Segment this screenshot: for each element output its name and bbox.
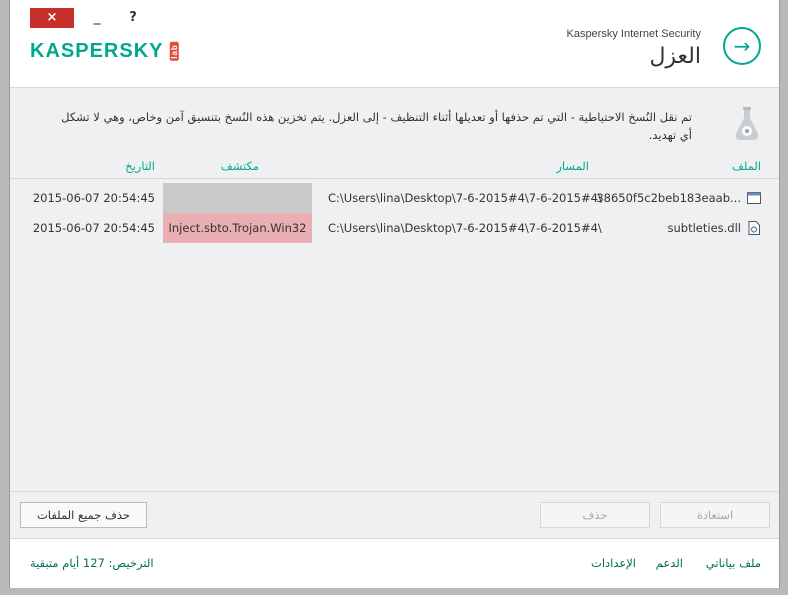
table-header: الملف المسار مكتشف التاريخ [10, 156, 779, 179]
delete-all-button[interactable]: حذف جميع الملفات [20, 502, 147, 528]
footer: ملف بياناتي الدعم الإعدادات الترخيص: 127… [10, 538, 779, 588]
column-file[interactable]: الملف [732, 159, 761, 173]
column-detector[interactable]: مكتشف [221, 159, 259, 173]
settings-link[interactable]: الإعدادات [591, 556, 636, 570]
logo-text: KASPERSKY [30, 40, 164, 62]
my-profile-link[interactable]: ملف بياناتي [706, 556, 761, 570]
file-name: 38650f5c2beb183eaab... [596, 191, 741, 205]
file-path: C:\Users\lina\Desktop\7-6-2015#4\7-6-201… [328, 221, 602, 235]
restore-button[interactable]: استعادة [660, 502, 770, 528]
detector-value: Inject.sbto.Trojan.Win32 [163, 213, 312, 243]
detector-value [163, 183, 312, 213]
minimize-button[interactable]: _ [82, 8, 112, 28]
back-arrow-icon[interactable]: → [723, 27, 761, 65]
file-name: subtleties.dll [667, 221, 741, 235]
file-path: C:\Users\lina\Desktop\7-6-2015#4\7-6-201… [328, 191, 602, 205]
license-days: 127 [82, 556, 105, 570]
column-date[interactable]: التاريخ [125, 159, 155, 173]
quarantine-table: الملف المسار مكتشف التاريخ 38650f5c2beb1… [10, 156, 779, 243]
close-button[interactable]: × [30, 8, 74, 28]
action-bar: استعادة حذف حذف جميع الملفات [10, 491, 779, 538]
column-path[interactable]: المسار [556, 159, 589, 173]
license-label: الترخيص: [108, 556, 154, 570]
kaspersky-logo: KASPERSKY lab [30, 40, 184, 63]
logo-lab-badge: lab [170, 42, 180, 61]
file-icon [747, 192, 761, 204]
help-button[interactable]: ? [118, 8, 148, 28]
product-name: Kaspersky Internet Security [566, 28, 701, 40]
delete-button[interactable]: حذف [540, 502, 650, 528]
table-row[interactable]: 38650f5c2beb183eaab... C:\Users\lina\Des… [10, 183, 779, 213]
table-row[interactable]: subtleties.dll C:\Users\lina\Desktop\7-6… [10, 213, 779, 243]
info-text: تم نقل النُسخ الاحتياطية - التي تم حذفها… [61, 110, 692, 142]
license-info[interactable]: الترخيص: 127 أيام متبقية [30, 556, 154, 570]
flask-biohazard-icon [735, 107, 759, 140]
date-value: 2015-06-07 20:54:45 [32, 221, 155, 235]
license-suffix: أيام متبقية [30, 556, 80, 570]
page-title: العزل [649, 44, 701, 69]
date-value: 2015-06-07 20:54:45 [32, 191, 155, 205]
quarantine-panel: تم نقل النُسخ الاحتياطية - التي تم حذفها… [10, 87, 779, 538]
quarantine-window: × _ ? KASPERSKY lab Kaspersky Internet Se… [10, 0, 779, 588]
dll-file-icon [748, 221, 760, 235]
support-link[interactable]: الدعم [656, 556, 683, 570]
